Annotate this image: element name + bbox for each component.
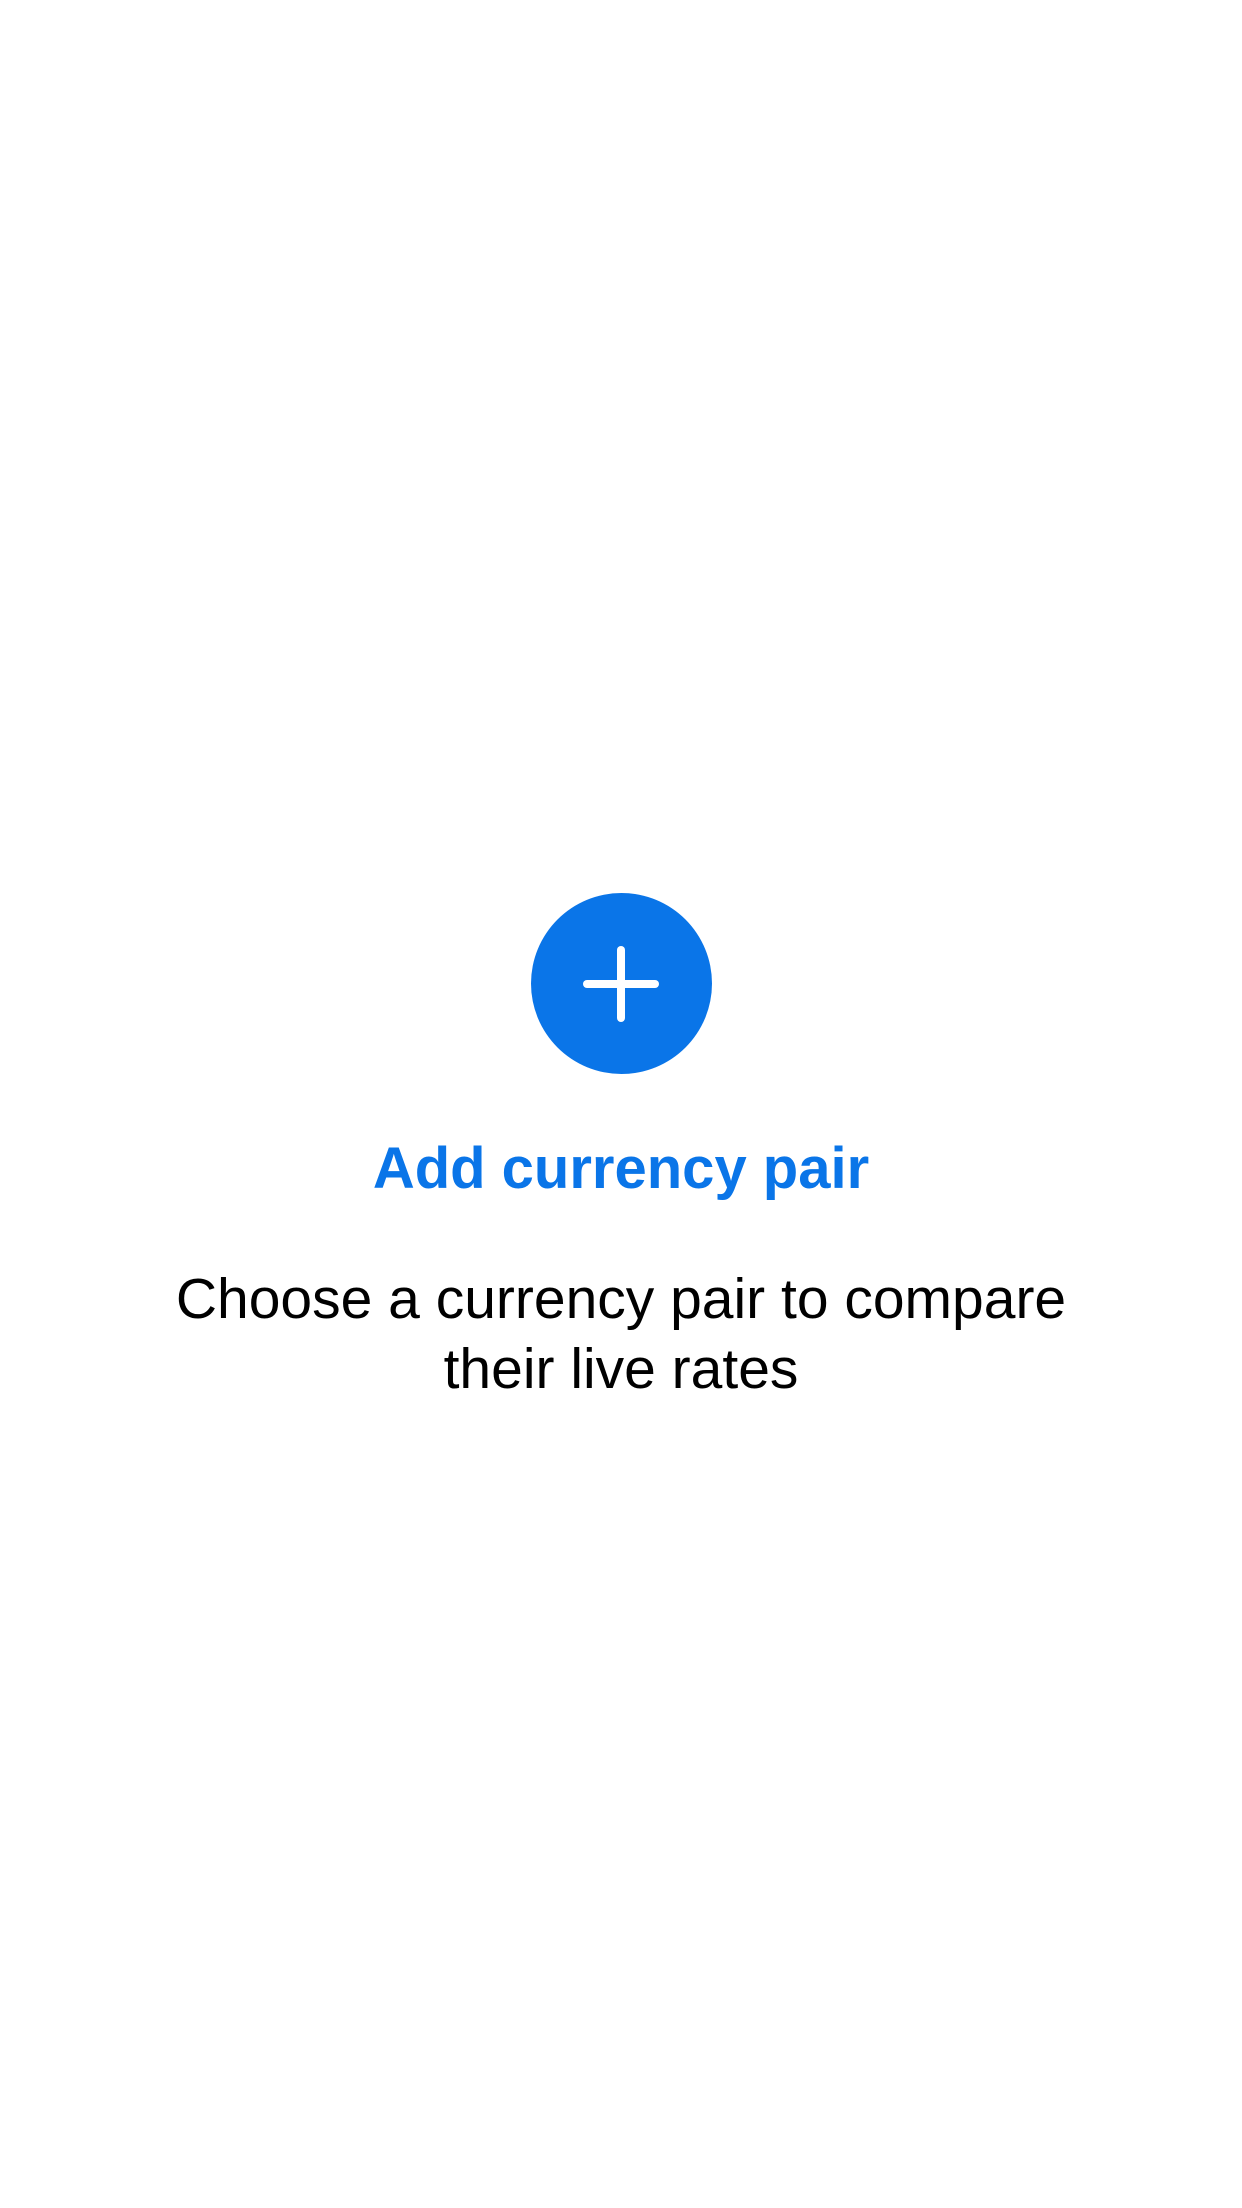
add-currency-pair-button[interactable] xyxy=(530,893,712,1074)
plus-icon xyxy=(583,945,659,1022)
empty-state: Add currency pair Choose a currency pair… xyxy=(0,893,1242,1404)
currency-pairs-screen: Add currency pair Choose a currency pair… xyxy=(0,0,1242,2208)
empty-state-description: Choose a currency pair to compare their … xyxy=(175,1267,1067,1401)
add-currency-pair-title[interactable]: Add currency pair xyxy=(373,1134,869,1204)
